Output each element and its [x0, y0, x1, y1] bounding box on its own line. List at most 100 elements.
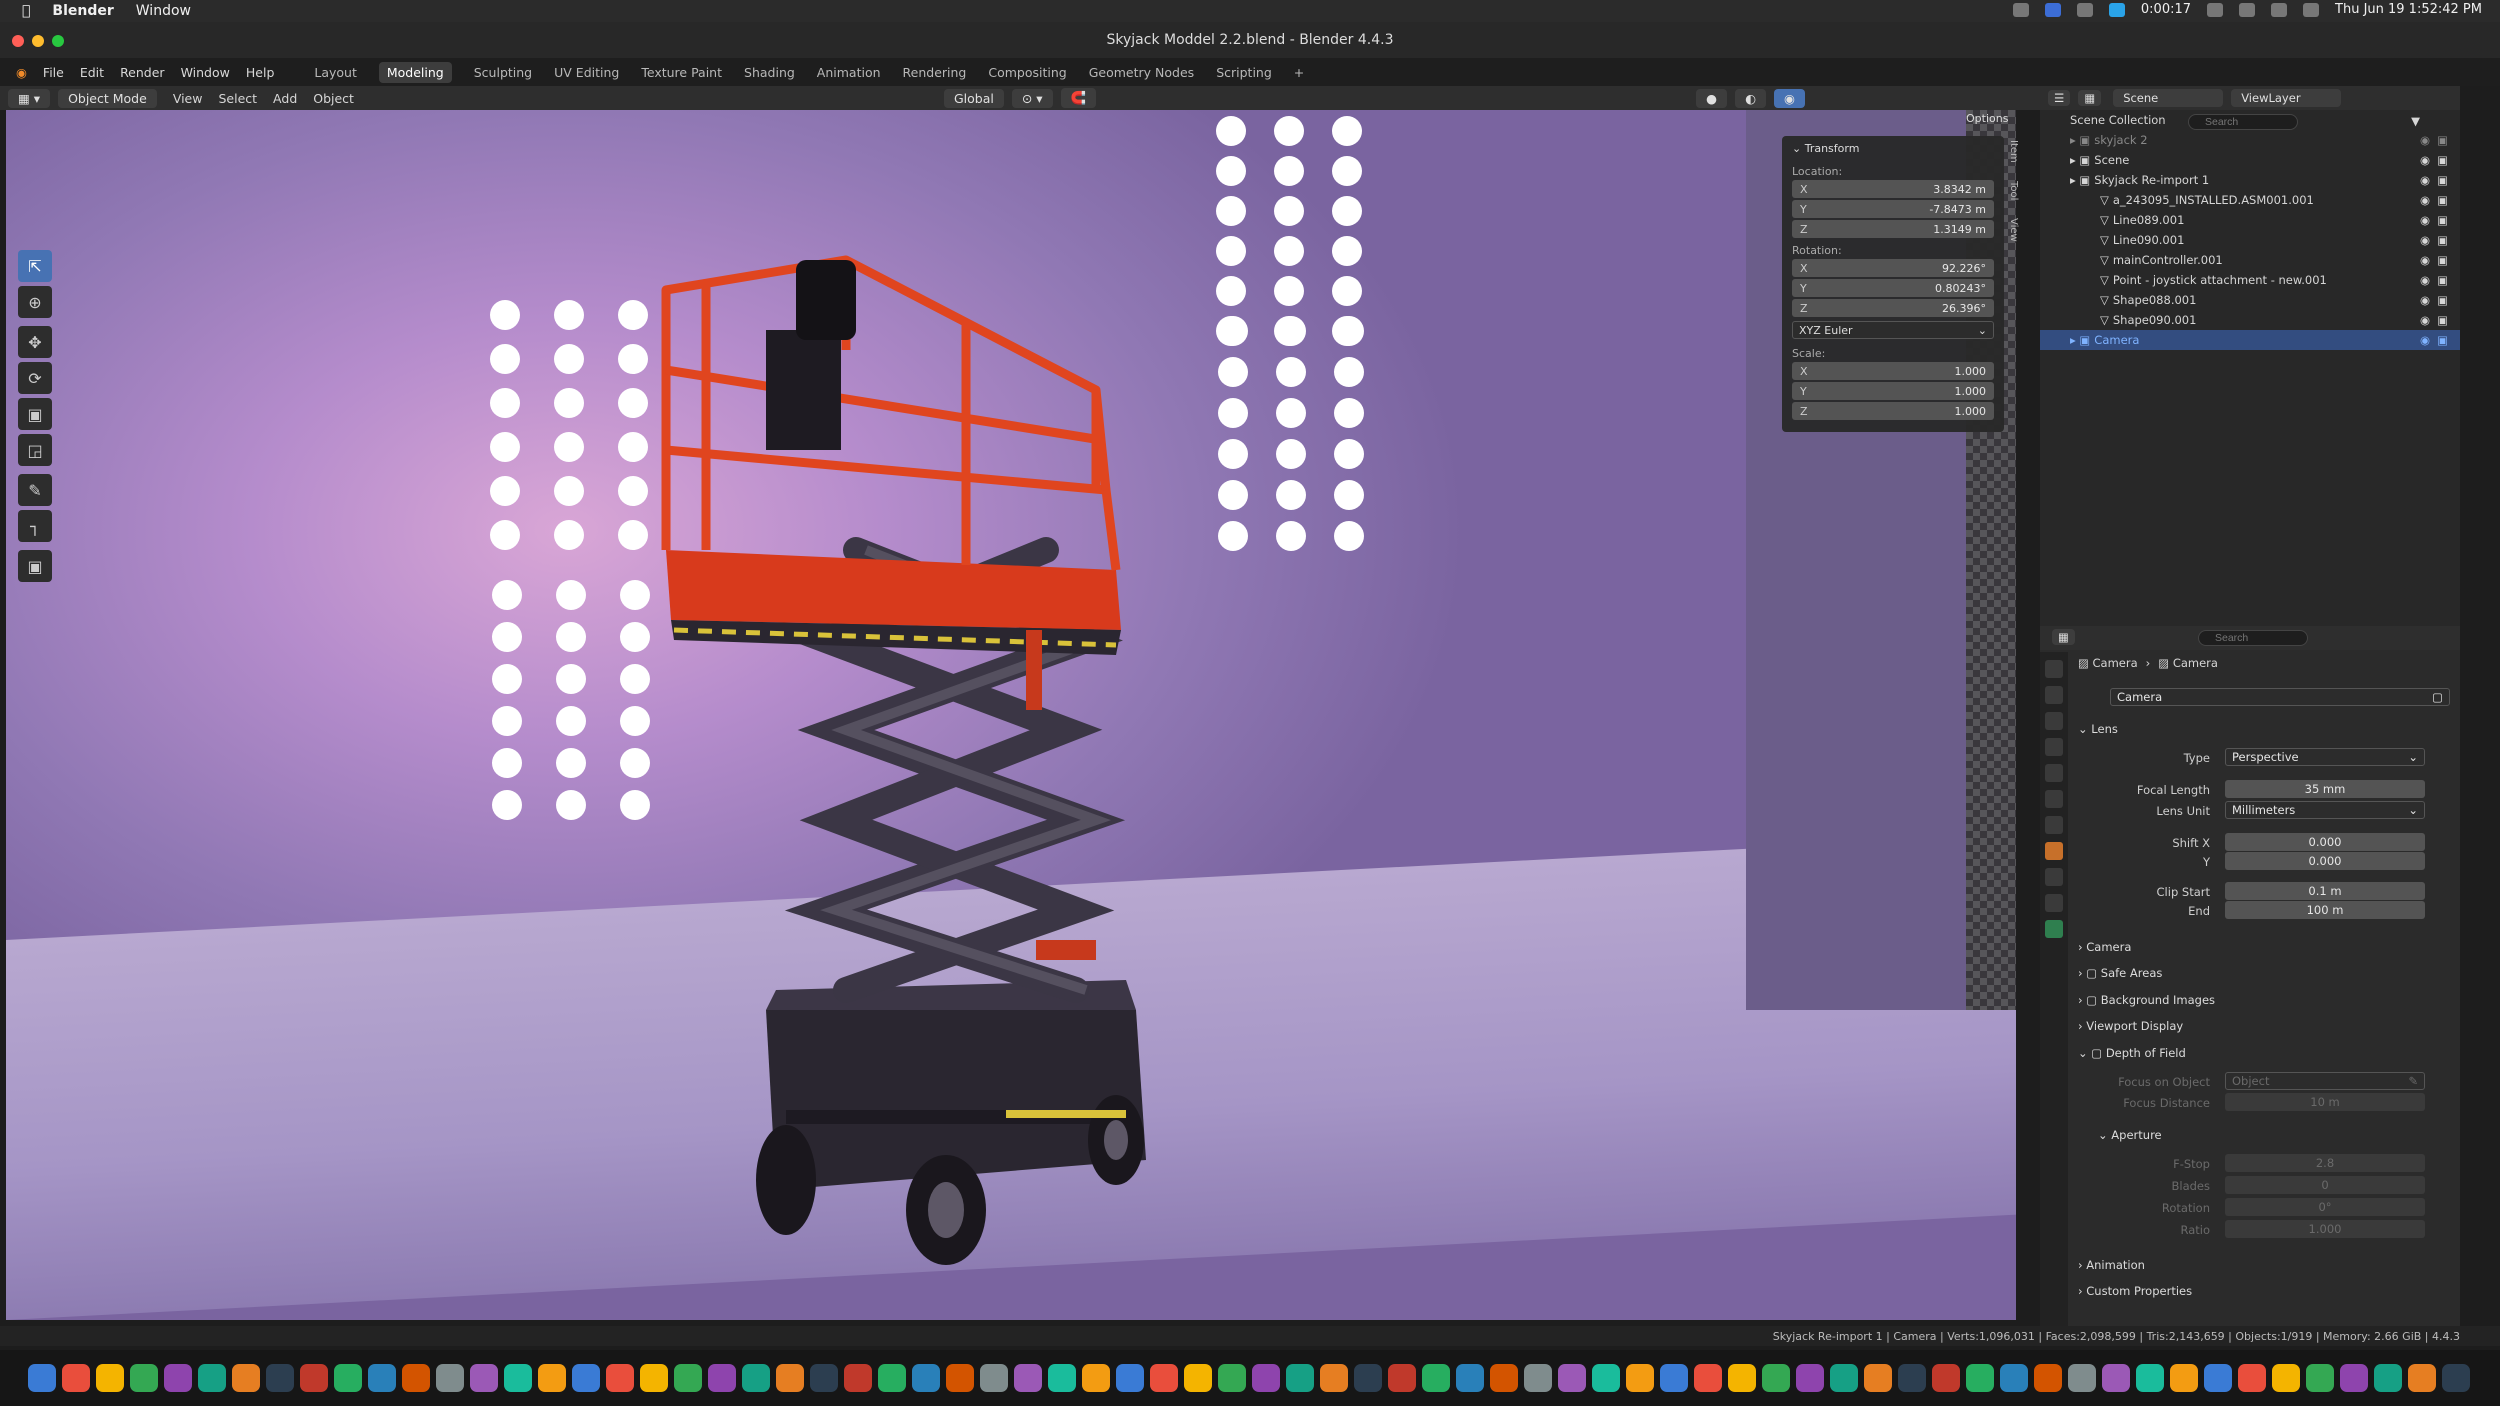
dock-app-icon[interactable] — [368, 1364, 396, 1392]
focus-distance-field[interactable]: 10 m — [2225, 1093, 2425, 1111]
dock-app-icon[interactable] — [2170, 1364, 2198, 1392]
dock-app-icon[interactable] — [334, 1364, 362, 1392]
dock-app-icon[interactable] — [1694, 1364, 1722, 1392]
outliner-item[interactable]: ▸ ▣ Skyjack Re-import 1 ◉ ▣ — [2040, 170, 2460, 190]
outliner-item[interactable]: ▸ ▣ skyjack 2 ◉ ▣ — [2040, 130, 2460, 150]
visibility-eye-icon[interactable]: ◉ — [2420, 253, 2430, 267]
view-layer-selector[interactable]: ViewLayer — [2231, 89, 2342, 107]
dock-app-icon[interactable] — [164, 1364, 192, 1392]
dock-app-icon[interactable] — [266, 1364, 294, 1392]
shading-material-icon[interactable]: ◐ — [1735, 88, 1766, 108]
measure-tool[interactable]: ┐ — [18, 510, 52, 542]
move-tool[interactable]: ✥ — [18, 326, 52, 358]
select-box-tool[interactable]: ⇱ — [18, 250, 52, 282]
vpn-icon[interactable] — [2076, 2, 2093, 17]
dock-app-icon[interactable] — [1320, 1364, 1348, 1392]
add-menu[interactable]: Add — [273, 91, 297, 106]
bolt-icon[interactable] — [2108, 2, 2125, 17]
object-tab-icon[interactable] — [2045, 842, 2063, 860]
dock-app-icon[interactable] — [776, 1364, 804, 1392]
tab-view[interactable]: View — [2008, 218, 2019, 242]
tab-animation[interactable]: Animation — [817, 65, 881, 80]
dock-app-icon[interactable] — [844, 1364, 872, 1392]
dock-app-icon[interactable] — [1830, 1364, 1858, 1392]
display-mode-button[interactable]: ▦ — [2078, 90, 2102, 106]
location-x-field[interactable]: X 3.8342 m — [1792, 180, 1994, 198]
dock-app-icon[interactable] — [1354, 1364, 1382, 1392]
outliner-item[interactable]: ▽ Shape090.001 ◉ ▣ — [2040, 310, 2460, 330]
zoom-icon[interactable] — [2044, 2, 2061, 17]
shift-y-field[interactable]: 0.000 — [2225, 852, 2425, 870]
object-mode-dropdown[interactable]: Object Mode — [58, 88, 157, 108]
lens-unit-dropdown[interactable]: Millimeters ⌄ — [2225, 801, 2425, 819]
properties-editor-button[interactable]: ▦ — [2052, 629, 2075, 645]
dock-app-icon[interactable] — [1898, 1364, 1926, 1392]
outliner-item[interactable]: ▽ Line090.001 ◉ ▣ — [2040, 230, 2460, 250]
menu-window[interactable]: Window — [181, 65, 230, 80]
render-camera-icon[interactable]: ▣ — [2437, 253, 2448, 267]
rotate-tool[interactable]: ⟳ — [18, 362, 52, 394]
zoom-window-button[interactable] — [52, 35, 64, 47]
eyedropper-icon[interactable]: ✎ — [2408, 1074, 2418, 1088]
dock-app-icon[interactable] — [402, 1364, 430, 1392]
dock-app-icon[interactable] — [62, 1364, 90, 1392]
outliner-item[interactable]: ▸ ▣ Camera ◉ ▣ — [2040, 330, 2460, 350]
snap-toggle[interactable]: 🧲 — [1060, 88, 1097, 108]
dock-app-icon[interactable] — [1218, 1364, 1246, 1392]
dock-app-icon[interactable] — [946, 1364, 974, 1392]
location-y-field[interactable]: Y -7.8473 m — [1792, 200, 1994, 218]
dock-app-icon[interactable] — [2442, 1364, 2470, 1392]
output-tab-icon[interactable] — [2045, 712, 2063, 730]
aperture-panel-header[interactable]: ⌄ Aperture — [2098, 1128, 2162, 1142]
scale-x-field[interactable]: X 1.000 — [1792, 362, 1994, 380]
constraints-tab-icon[interactable] — [2045, 894, 2063, 912]
view-menu[interactable]: View — [173, 91, 203, 106]
dock-app-icon[interactable] — [878, 1364, 906, 1392]
clock[interactable]: Thu Jun 19 1:52:42 PM — [2335, 2, 2482, 17]
custom-properties-panel-header[interactable]: › Custom Properties — [2078, 1284, 2192, 1298]
dock-app-icon[interactable] — [742, 1364, 770, 1392]
tool-tab-icon[interactable] — [2045, 660, 2063, 678]
dock-app-icon[interactable] — [2408, 1364, 2436, 1392]
tab-modeling[interactable]: Modeling — [378, 61, 452, 83]
dock-app-icon[interactable] — [1932, 1364, 1960, 1392]
dock-app-icon[interactable] — [2136, 1364, 2164, 1392]
shading-solid-icon[interactable]: ● — [1696, 88, 1728, 108]
close-window-button[interactable] — [12, 35, 24, 47]
animation-panel-header[interactable]: › Animation — [2078, 1258, 2145, 1272]
apple-icon[interactable]:  — [22, 3, 30, 19]
dock-app-icon[interactable] — [1082, 1364, 1110, 1392]
dock-app-icon[interactable] — [1796, 1364, 1824, 1392]
tab-layout[interactable]: Layout — [314, 65, 357, 80]
dock-app-icon[interactable] — [2272, 1364, 2300, 1392]
dock-app-icon[interactable] — [572, 1364, 600, 1392]
minimize-window-button[interactable] — [32, 35, 44, 47]
render-camera-icon[interactable]: ▣ — [2437, 153, 2448, 167]
dock-app-icon[interactable] — [1728, 1364, 1756, 1392]
render-camera-icon[interactable]: ▣ — [2437, 173, 2448, 187]
aperture-rotation-field[interactable]: 0° — [2225, 1198, 2425, 1216]
physics-tab-icon[interactable] — [2045, 868, 2063, 886]
dock-app-icon[interactable] — [1592, 1364, 1620, 1392]
select-menu[interactable]: Select — [218, 91, 257, 106]
dock-app-icon[interactable] — [1422, 1364, 1450, 1392]
scene-collection-row[interactable]: Scene Collection — [2040, 110, 2180, 130]
visibility-eye-icon[interactable]: ◉ — [2420, 333, 2430, 347]
dock-app-icon[interactable] — [1490, 1364, 1518, 1392]
collection-tab-icon[interactable] — [2045, 816, 2063, 834]
render-tab-icon[interactable] — [2045, 686, 2063, 704]
options-dropdown[interactable]: Options — [1966, 112, 2008, 125]
3d-viewport[interactable]: ⇱ ⊕ ✥ ⟳ ▣ ◲ ✎ ┐ ▣ Options — [6, 110, 2016, 1320]
shield-icon[interactable]: ▢ — [2432, 690, 2443, 704]
dock-app-icon[interactable] — [1184, 1364, 1212, 1392]
dock-app-icon[interactable] — [1864, 1364, 1892, 1392]
dock-app-icon[interactable] — [2340, 1364, 2368, 1392]
visibility-eye-icon[interactable]: ◉ — [2420, 173, 2430, 187]
dock-app-icon[interactable] — [130, 1364, 158, 1392]
tab-geometry-nodes[interactable]: Geometry Nodes — [1089, 65, 1194, 80]
scale-tool[interactable]: ▣ — [18, 398, 52, 430]
shading-rendered-icon[interactable]: ◉ — [1774, 88, 1805, 108]
dock-app-icon[interactable] — [1456, 1364, 1484, 1392]
render-camera-icon[interactable]: ▣ — [2437, 293, 2448, 307]
dock-app-icon[interactable] — [300, 1364, 328, 1392]
